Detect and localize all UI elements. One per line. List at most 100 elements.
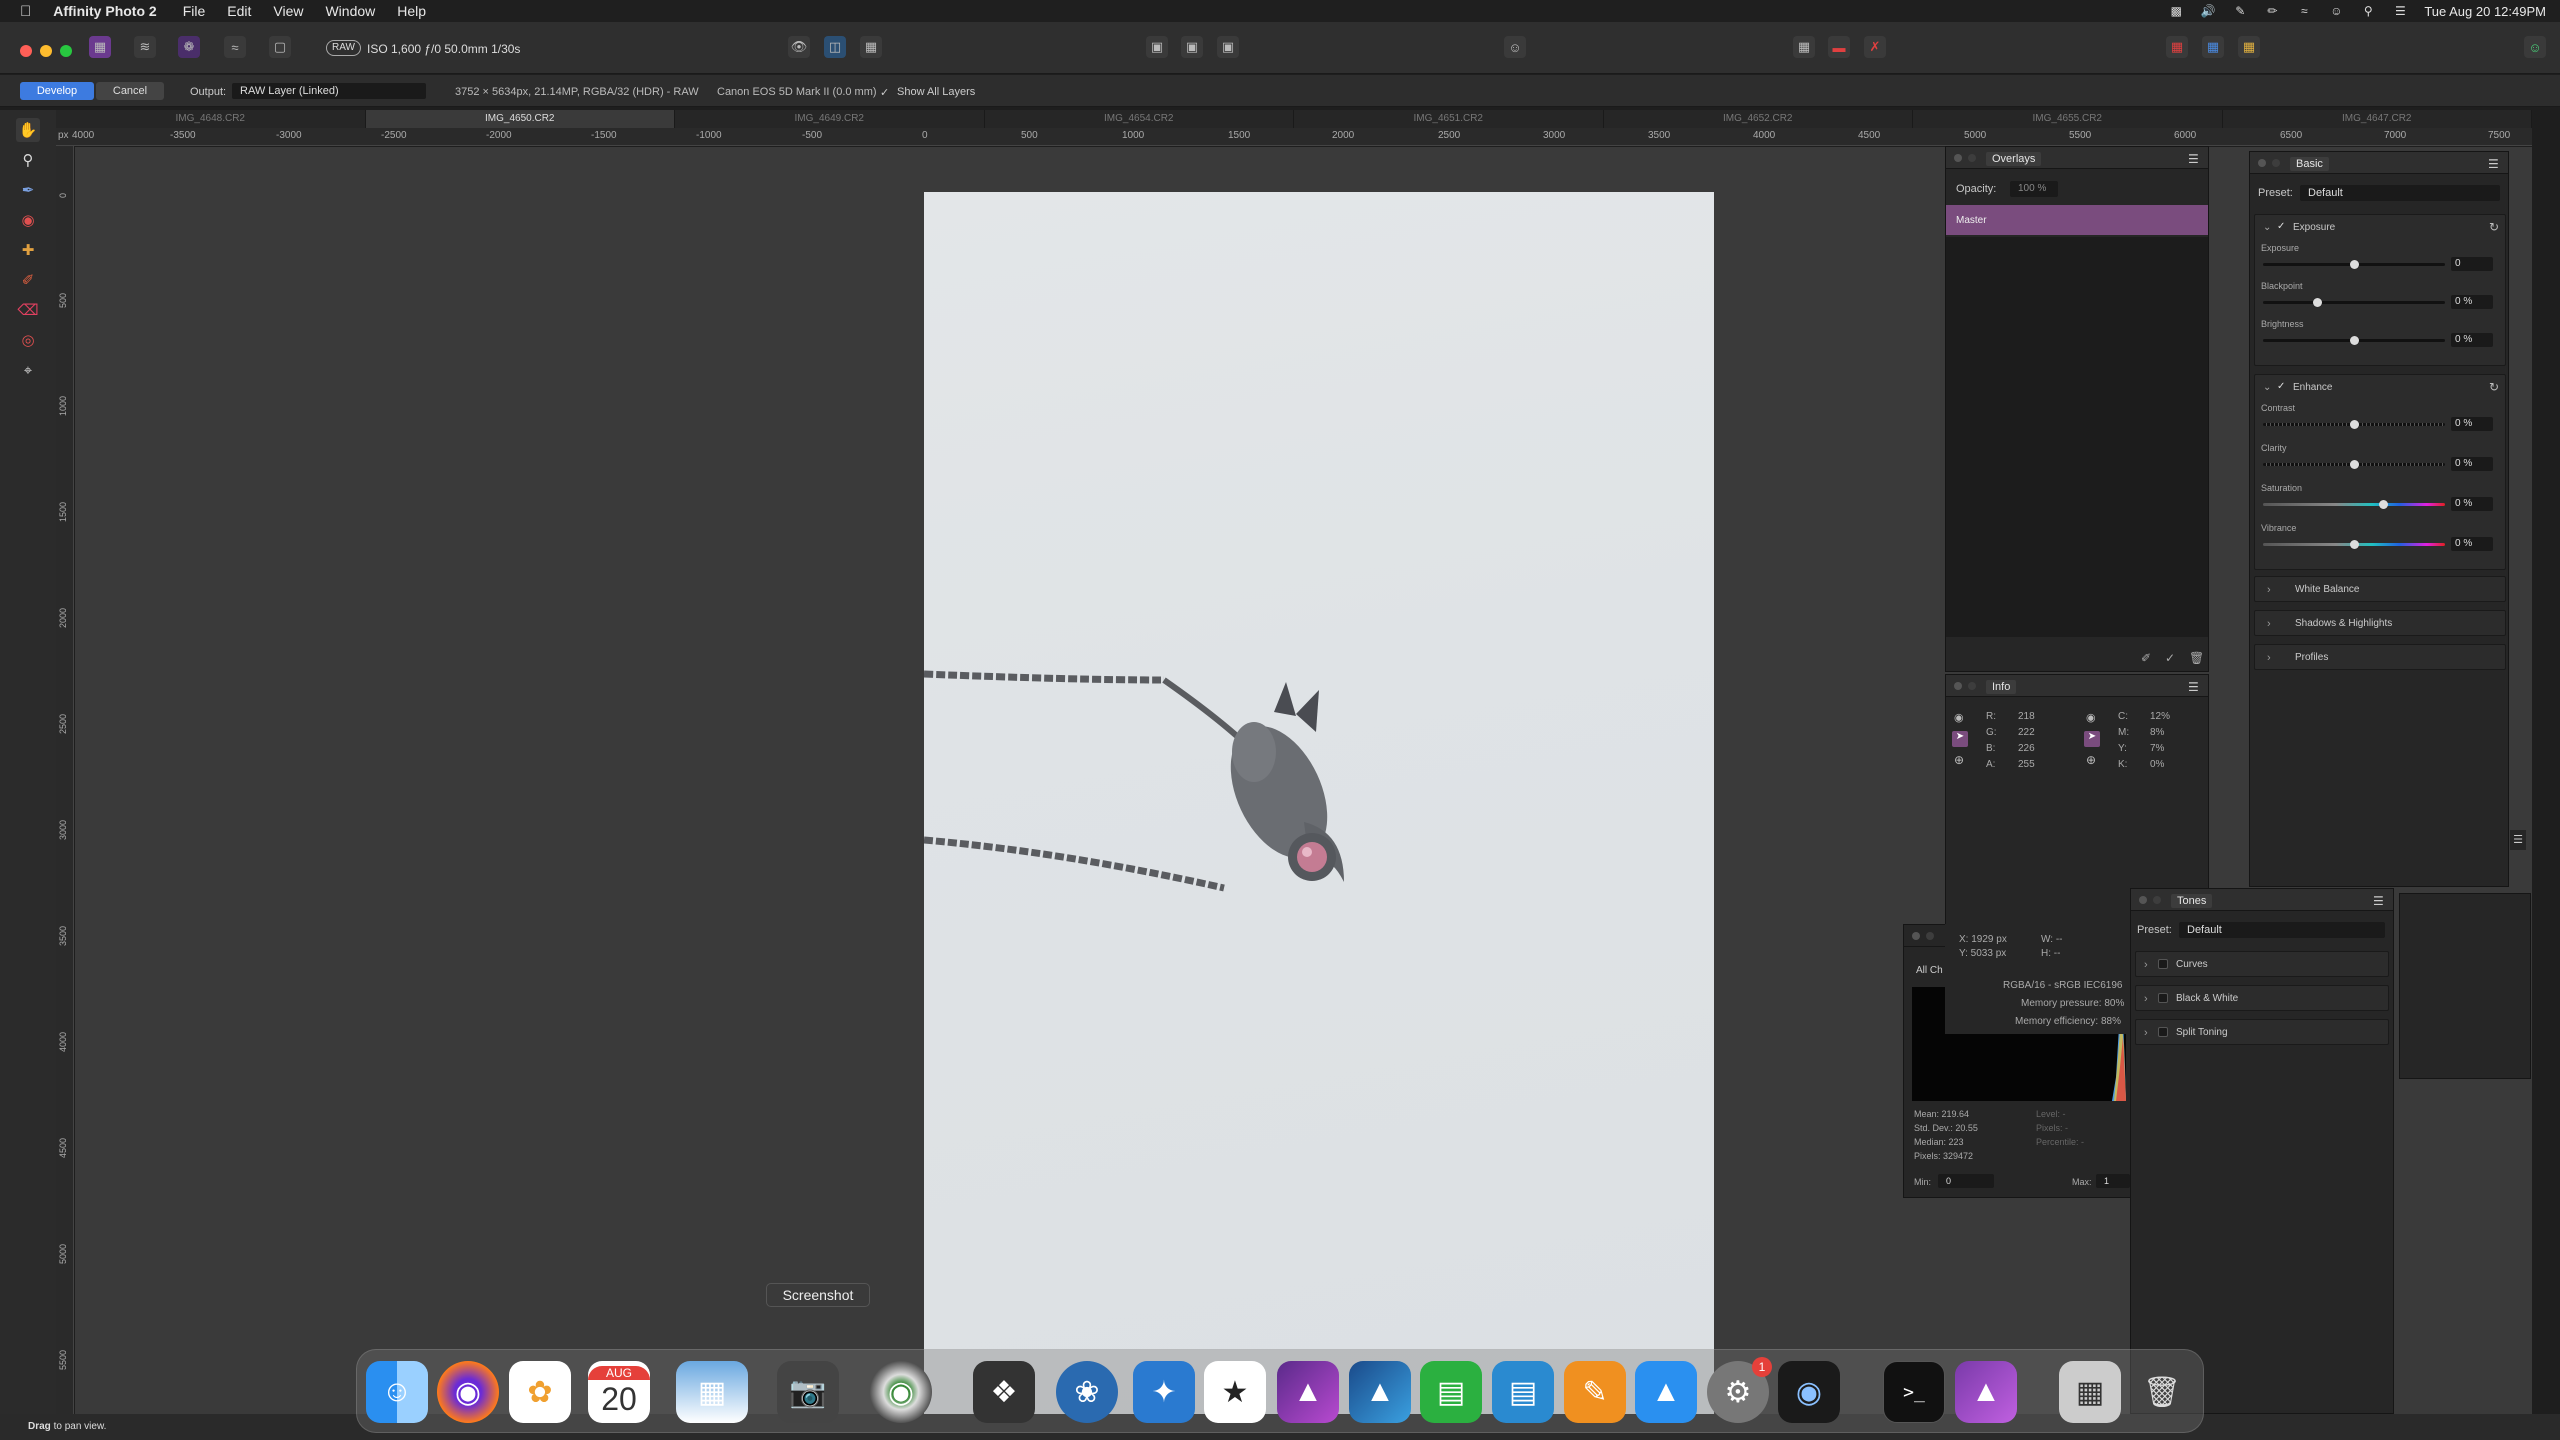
histogram-min-field[interactable]: 0 [1938, 1174, 1994, 1188]
tones-preset-select[interactable]: Default [2179, 922, 2385, 938]
tone-mapping-persona-icon[interactable]: ≈ [224, 36, 246, 58]
tab-document[interactable]: IMG_4654.CR2 [985, 110, 1294, 128]
menubar-clock[interactable]: Tue Aug 20 12:49PM [2424, 4, 2546, 19]
terminal-icon[interactable]: >_ [1883, 1361, 1945, 1423]
exposure-section-title[interactable]: Exposure [2293, 222, 2335, 233]
white-balance-section[interactable]: › White Balance [2254, 576, 2506, 602]
tab-document[interactable]: IMG_4647.CR2 [2223, 110, 2532, 128]
wifi-icon[interactable]: ≈ [2296, 4, 2312, 18]
red-eye-icon[interactable]: ▬ [1828, 36, 1850, 58]
blackpoint-value[interactable]: 0 % [2451, 295, 2493, 309]
search-icon[interactable]: ⚲ [2360, 4, 2376, 18]
photo-persona-icon[interactable]: ▦ [89, 36, 111, 58]
gradient-icon[interactable]: ✓ [2165, 651, 2175, 665]
cmyk-eyedropper-icon[interactable]: ◉ [2086, 711, 2096, 724]
clarity-slider[interactable] [2263, 460, 2445, 469]
slider-knob[interactable] [2350, 420, 2359, 429]
overlay-erase-tool-icon[interactable]: ⌫ [16, 298, 40, 322]
close-window-button[interactable] [20, 45, 32, 57]
slider-knob[interactable] [2350, 336, 2359, 345]
split-toning-section[interactable]: › Split Toning [2135, 1019, 2389, 1045]
opacity-field[interactable]: 100 % [2010, 181, 2058, 197]
panel-pin-button[interactable] [1968, 682, 1976, 690]
basic-preset-select[interactable]: Default [2300, 185, 2500, 201]
overlay-paint-tool-icon[interactable]: ✐ [16, 268, 40, 292]
numbers-icon[interactable]: ▤ [1420, 1361, 1482, 1423]
minimize-window-button[interactable] [40, 45, 52, 57]
aperture-icon[interactable]: ❀ [1056, 1361, 1118, 1423]
blackpoint-slider[interactable] [2263, 298, 2445, 307]
info-tab[interactable]: Info [1986, 680, 2017, 694]
overlay-gradient-tool-icon[interactable]: ◎ [16, 328, 40, 352]
volume-icon[interactable]: 🔊 [2200, 4, 2216, 18]
develop-persona-icon[interactable]: ❁ [178, 36, 200, 58]
zoom-window-button[interactable] [60, 45, 72, 57]
tab-document[interactable]: IMG_4651.CR2 [1294, 110, 1604, 128]
tab-document[interactable]: IMG_4652.CR2 [1604, 110, 1913, 128]
curves-section[interactable]: › Curves [2135, 951, 2389, 977]
exposure-slider[interactable] [2263, 260, 2445, 269]
tab-document-active[interactable]: IMG_4650.CR2 [365, 110, 675, 128]
tab-document[interactable]: IMG_4655.CR2 [1913, 110, 2223, 128]
slider-knob[interactable] [2350, 460, 2359, 469]
reset-icon[interactable]: ↻ [2489, 380, 2499, 394]
saturation-slider[interactable] [2263, 500, 2445, 509]
red-eye-tool-icon[interactable]: ◉ [16, 208, 40, 232]
slider-knob[interactable] [2313, 298, 2322, 307]
crop-overlay-icon[interactable]: ▦ [1793, 36, 1815, 58]
chevron-down-icon[interactable]: ⌄ [2263, 222, 2271, 233]
histogram-max-field[interactable]: 1 [2096, 1174, 2130, 1188]
brightness-value[interactable]: 0 % [2451, 333, 2493, 347]
brush-icon[interactable]: ✐ [2141, 651, 2151, 665]
overlays-tab[interactable]: Overlays [1986, 152, 2042, 166]
panel-pin-button[interactable] [1968, 154, 1976, 162]
screenshot-icon[interactable]: 📷 [777, 1361, 839, 1423]
profiles-section[interactable]: › Profiles [2254, 644, 2506, 670]
assistant-icon[interactable]: ☺ [1504, 36, 1526, 58]
slider-knob[interactable] [2379, 500, 2388, 509]
enhance-section-title[interactable]: Enhance [2293, 382, 2332, 393]
contrast-value[interactable]: 0 % [2451, 417, 2493, 431]
tab-document[interactable]: IMG_4649.CR2 [675, 110, 985, 128]
inkscape-icon[interactable]: ★ [1204, 1361, 1266, 1423]
tab-document[interactable]: IMG_4648.CR2 [56, 110, 366, 128]
menu-edit[interactable]: Edit [227, 3, 251, 19]
brightness-slider[interactable] [2263, 336, 2445, 345]
develop-button[interactable]: Develop [20, 82, 94, 100]
account-icon[interactable]: ☺ [2524, 36, 2546, 58]
slider-knob[interactable] [2350, 540, 2359, 549]
split-view-icon[interactable]: ◫ [824, 36, 846, 58]
crop-tool-icon[interactable]: ⌖ [16, 358, 40, 382]
panel-pin-button[interactable] [2153, 896, 2161, 904]
white-balance-tool-icon[interactable]: ✒ [16, 178, 40, 202]
clip-shadows-icon[interactable]: ▣ [1146, 36, 1168, 58]
side-menu-icon[interactable]: ☰ [2510, 830, 2526, 850]
rgb-pointer-icon[interactable]: ➤ [1952, 731, 1968, 747]
tes-app-icon[interactable]: ✦ [1133, 1361, 1195, 1423]
mirror-view-icon[interactable]: ▦ [860, 36, 882, 58]
cmyk-pointer-icon[interactable]: ➤ [2084, 731, 2100, 747]
menu-icon[interactable]: ☰ [2488, 157, 2500, 171]
affinity-designer-icon[interactable]: ▲ [1349, 1361, 1411, 1423]
user-icon[interactable]: ☺ [2328, 4, 2344, 18]
chevron-down-icon[interactable]: ⌄ [2263, 382, 2271, 393]
exposure-value[interactable]: 0 [2451, 257, 2493, 271]
tones-tab[interactable]: Tones [2171, 894, 2213, 908]
panel-pin-button[interactable] [2272, 159, 2280, 167]
saturation-value[interactable]: 0 % [2451, 497, 2493, 511]
show-all-layers-checkbox[interactable]: ✓ [880, 86, 889, 99]
downloads-folder-icon[interactable]: ▦ [2059, 1361, 2121, 1423]
trash-icon[interactable]: 🗑 [2189, 651, 2204, 665]
clip-tones-icon[interactable]: ▣ [1217, 36, 1239, 58]
firefox-icon[interactable]: ◉ [437, 1361, 499, 1423]
keynote-icon[interactable]: ▤ [1492, 1361, 1554, 1423]
menu-icon[interactable]: ☰ [2188, 680, 2200, 694]
cmyk-target-icon[interactable]: ⊕ [2086, 753, 2096, 767]
menu-icon[interactable]: ☰ [2373, 894, 2385, 908]
panel-close-button[interactable] [1912, 932, 1920, 940]
pen-icon[interactable]: ✎ [2232, 4, 2248, 18]
pen-off-icon[interactable]: ✏ [2264, 4, 2280, 18]
menu-icon[interactable]: ☰ [2188, 152, 2200, 166]
panel-close-button[interactable] [1954, 154, 1962, 162]
menu-help[interactable]: Help [397, 3, 426, 19]
